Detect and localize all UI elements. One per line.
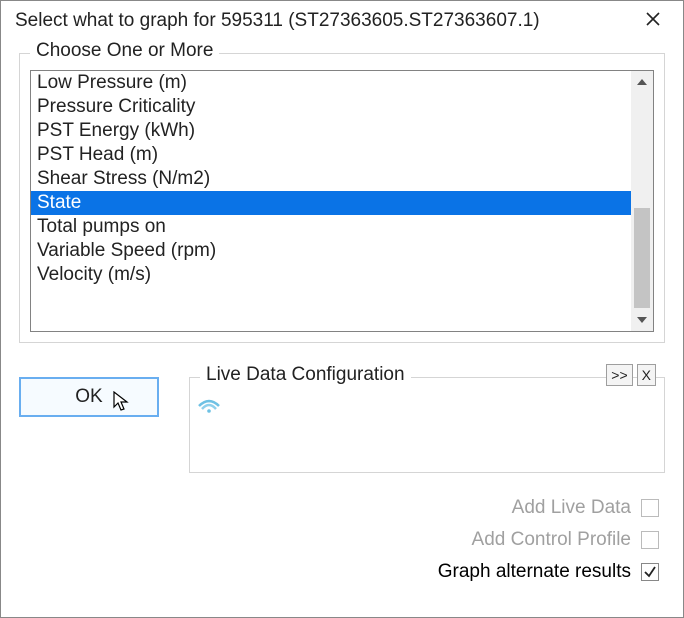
list-item[interactable]: Velocity (m/s) — [31, 263, 631, 287]
choose-groupbox: Choose One or More Low Pressure (m)Press… — [19, 53, 665, 343]
titlebar: Select what to graph for 595311 (ST27363… — [1, 1, 683, 37]
add-live-data-label: Add Live Data — [512, 497, 631, 519]
add-control-profile-label: Add Control Profile — [472, 529, 631, 551]
list-item[interactable]: PST Energy (kWh) — [31, 119, 631, 143]
list-scrollbar[interactable] — [631, 71, 653, 331]
live-data-expand-button[interactable]: >> — [606, 364, 632, 386]
close-button[interactable] — [637, 9, 669, 33]
dialog-title: Select what to graph for 595311 (ST27363… — [15, 10, 540, 32]
list-item[interactable]: Shear Stress (N/m2) — [31, 167, 631, 191]
list-item[interactable]: PST Head (m) — [31, 143, 631, 167]
ok-label: OK — [75, 386, 102, 407]
scroll-down-arrow[interactable] — [631, 308, 653, 331]
list-item[interactable]: State — [31, 191, 631, 215]
dialog-window: Select what to graph for 595311 (ST27363… — [0, 0, 684, 618]
cursor-icon — [113, 391, 131, 413]
add-control-profile-row: Add Control Profile — [472, 529, 659, 551]
scroll-thumb[interactable] — [634, 208, 650, 308]
graph-alternate-label: Graph alternate results — [438, 561, 631, 583]
add-live-data-checkbox — [641, 499, 659, 517]
graph-options-listbox[interactable]: Low Pressure (m)Pressure CriticalityPST … — [30, 70, 654, 332]
add-control-profile-checkbox — [641, 531, 659, 549]
list-item[interactable]: Pressure Criticality — [31, 95, 631, 119]
choose-legend: Choose One or More — [30, 40, 219, 62]
live-data-legend: Live Data Configuration — [200, 364, 411, 386]
add-live-data-row: Add Live Data — [512, 497, 659, 519]
graph-alternate-row: Graph alternate results — [438, 561, 659, 583]
list-item[interactable]: Variable Speed (rpm) — [31, 239, 631, 263]
scroll-up-arrow[interactable] — [631, 71, 653, 94]
list-item[interactable]: Total pumps on — [31, 215, 631, 239]
list-items-container: Low Pressure (m)Pressure CriticalityPST … — [31, 71, 631, 331]
ok-button[interactable]: OK — [19, 377, 159, 417]
list-item[interactable]: Low Pressure (m) — [31, 71, 631, 95]
live-data-icon — [196, 392, 222, 414]
lower-row: OK Live Data Configuration >> X — [19, 377, 665, 473]
checkbox-column: Add Live Data Add Control Profile Graph … — [19, 497, 665, 583]
graph-alternate-checkbox[interactable] — [641, 563, 659, 581]
live-data-close-button[interactable]: X — [637, 364, 656, 386]
live-data-groupbox: Live Data Configuration >> X — [189, 377, 665, 473]
scroll-track[interactable] — [631, 94, 653, 208]
dialog-body: Choose One or More Low Pressure (m)Press… — [1, 37, 683, 617]
live-data-buttons: >> X — [606, 364, 656, 386]
